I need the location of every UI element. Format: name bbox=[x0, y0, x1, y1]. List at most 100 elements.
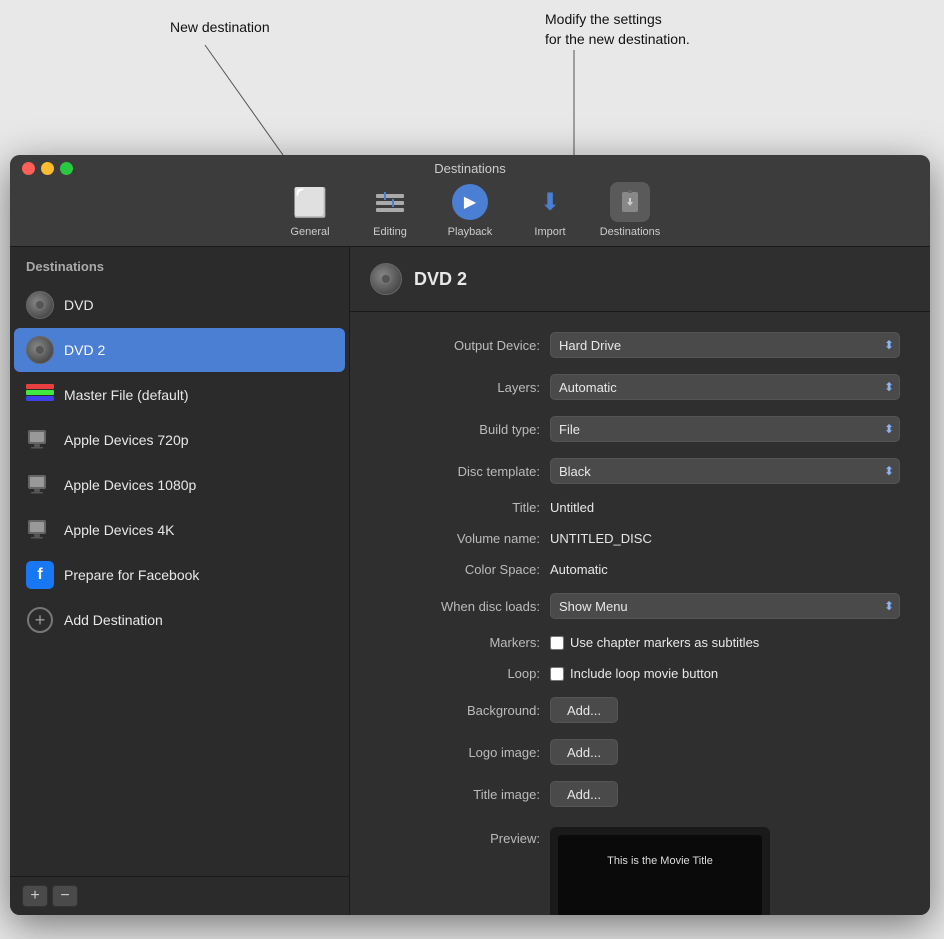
sidebar-item-label-facebook: Prepare for Facebook bbox=[64, 567, 199, 583]
sidebar-item-apple4k[interactable]: Apple Devices 4K bbox=[14, 508, 345, 552]
when-disc-loads-select-wrapper: Show Menu Play Movie ⬍ bbox=[550, 593, 900, 619]
loop-checkbox-row: Include loop movie button bbox=[550, 666, 718, 681]
detail-disc-icon bbox=[370, 263, 402, 295]
preview-label: Preview: bbox=[380, 823, 540, 846]
preview-row: Preview: This is the Movie Title ▶ ● ● ● bbox=[380, 823, 900, 915]
add-destination-button[interactable]: + bbox=[22, 885, 48, 907]
apple-devices-4k-icon bbox=[26, 516, 54, 544]
playback-play-icon: ▶ bbox=[452, 184, 488, 220]
sidebar-item-label-master: Master File (default) bbox=[64, 387, 188, 403]
master-file-svg-icon bbox=[26, 384, 54, 406]
when-disc-loads-select[interactable]: Show Menu Play Movie bbox=[550, 593, 900, 619]
title-value: Untitled bbox=[550, 500, 900, 515]
markers-label: Markers: bbox=[380, 635, 540, 650]
toolbar-label-destinations: Destinations bbox=[600, 226, 661, 238]
sidebar-item-label-dvd: DVD bbox=[64, 297, 94, 313]
preview-container: This is the Movie Title ▶ ● ● ● bbox=[550, 827, 770, 915]
toolbar-item-general[interactable]: ⬜ General bbox=[270, 182, 350, 238]
detail-header: DVD 2 bbox=[350, 247, 930, 312]
sidebar-item-label-add: Add Destination bbox=[64, 612, 163, 628]
apple-devices-720-svg-icon bbox=[26, 426, 54, 454]
maximize-button[interactable] bbox=[60, 162, 73, 175]
sidebar-item-apple1080[interactable]: Apple Devices 1080p bbox=[14, 463, 345, 507]
toolbar-item-import[interactable]: ⬇ Import bbox=[510, 182, 590, 238]
loop-row: Loop: Include loop movie button bbox=[380, 666, 900, 681]
color-space-label: Color Space: bbox=[380, 562, 540, 577]
sidebar-item-dvd[interactable]: DVD bbox=[14, 283, 345, 327]
output-device-select-wrapper: Hard Drive Disc Burner ⬍ bbox=[550, 332, 900, 358]
fb-logo-icon: f bbox=[26, 561, 54, 589]
sidebar-item-apple720[interactable]: Apple Devices 720p bbox=[14, 418, 345, 462]
disc-template-select-wrapper: Black White Custom ⬍ bbox=[550, 458, 900, 484]
toolbar-label-playback: Playback bbox=[448, 226, 493, 238]
toolbar-icon-general: ⬜ bbox=[290, 182, 330, 222]
volume-name-row: Volume name: UNTITLED_DISC bbox=[380, 531, 900, 546]
when-disc-loads-label: When disc loads: bbox=[380, 599, 540, 614]
close-button[interactable] bbox=[22, 162, 35, 175]
sidebar-item-dvd2[interactable]: DVD 2 bbox=[14, 328, 345, 372]
build-type-label: Build type: bbox=[380, 422, 540, 437]
background-row: Background: Add... bbox=[380, 697, 900, 723]
detail-body: Output Device: Hard Drive Disc Burner ⬍ … bbox=[350, 312, 930, 915]
toolbar-item-editing[interactable]: Editing bbox=[350, 182, 430, 238]
toolbar-item-playback[interactable]: ▶ Playback bbox=[430, 182, 510, 238]
dvd2-disc-icon bbox=[26, 336, 54, 364]
import-arrow-icon: ⬇ bbox=[540, 188, 560, 217]
toolbar-item-destinations[interactable]: Destinations bbox=[590, 182, 670, 238]
sidebar: Destinations DVD DVD 2 bbox=[10, 247, 350, 915]
apple-devices-1080-svg-icon bbox=[26, 471, 54, 499]
disc-template-select[interactable]: Black White Custom bbox=[550, 458, 900, 484]
detail-title: DVD 2 bbox=[414, 269, 467, 290]
apple-devices-720-icon bbox=[26, 426, 54, 454]
layers-select[interactable]: Automatic Single Layer Dual Layer bbox=[550, 374, 900, 400]
background-add-button[interactable]: Add... bbox=[550, 697, 618, 723]
build-type-select-wrapper: File Image Volume ⬍ bbox=[550, 416, 900, 442]
sidebar-item-facebook[interactable]: f Prepare for Facebook bbox=[14, 553, 345, 597]
disc-template-label: Disc template: bbox=[380, 464, 540, 479]
toolbar-label-general: General bbox=[290, 226, 329, 238]
editing-svg-icon bbox=[372, 184, 408, 220]
title-image-add-button[interactable]: Add... bbox=[550, 781, 618, 807]
sidebar-item-master[interactable]: Master File (default) bbox=[14, 373, 345, 417]
destinations-svg-icon bbox=[614, 186, 646, 218]
minimize-button[interactable] bbox=[41, 162, 54, 175]
title-image-label: Title image: bbox=[380, 787, 540, 802]
logo-image-add-button[interactable]: Add... bbox=[550, 739, 618, 765]
remove-destination-button[interactable]: − bbox=[52, 885, 78, 907]
loop-label: Loop: bbox=[380, 666, 540, 681]
loop-checkbox-label: Include loop movie button bbox=[570, 666, 718, 681]
facebook-icon: f bbox=[26, 561, 54, 589]
titlebar: Destinations ⬜ General bbox=[10, 155, 930, 247]
callout-lines bbox=[0, 0, 944, 160]
toolbar-icon-playback: ▶ bbox=[450, 182, 490, 222]
markers-checkbox[interactable] bbox=[550, 636, 564, 650]
output-device-select[interactable]: Hard Drive Disc Burner bbox=[550, 332, 900, 358]
sidebar-item-add-destination[interactable]: + Add Destination bbox=[14, 598, 345, 642]
toolbar: ⬜ General Editing bbox=[270, 182, 670, 246]
sidebar-header: Destinations bbox=[10, 247, 349, 282]
markers-row: Markers: Use chapter markers as subtitle… bbox=[380, 635, 900, 650]
titlebar-top: Destinations bbox=[10, 155, 930, 182]
sidebar-list: DVD DVD 2 bbox=[10, 282, 349, 876]
sidebar-item-label-dvd2: DVD 2 bbox=[64, 342, 105, 358]
apple-devices-4k-svg-icon bbox=[26, 516, 54, 544]
when-disc-loads-row: When disc loads: Show Menu Play Movie ⬍ bbox=[380, 593, 900, 619]
color-space-value: Automatic bbox=[550, 562, 900, 577]
color-space-row: Color Space: Automatic bbox=[380, 562, 900, 577]
build-type-row: Build type: File Image Volume ⬍ bbox=[380, 416, 900, 442]
disc-template-row: Disc template: Black White Custom ⬍ bbox=[380, 458, 900, 484]
dvd-disc-icon bbox=[26, 291, 54, 319]
toolbar-label-editing: Editing bbox=[373, 226, 407, 238]
markers-checkbox-row: Use chapter markers as subtitles bbox=[550, 635, 759, 650]
background-label: Background: bbox=[380, 703, 540, 718]
logo-image-row: Logo image: Add... bbox=[380, 739, 900, 765]
markers-checkbox-label: Use chapter markers as subtitles bbox=[570, 635, 759, 650]
layers-label: Layers: bbox=[380, 380, 540, 395]
loop-checkbox[interactable] bbox=[550, 667, 564, 681]
layers-select-wrapper: Automatic Single Layer Dual Layer ⬍ bbox=[550, 374, 900, 400]
title-image-row: Title image: Add... bbox=[380, 781, 900, 807]
sidebar-item-label-apple4k: Apple Devices 4K bbox=[64, 522, 175, 538]
output-device-row: Output Device: Hard Drive Disc Burner ⬍ bbox=[380, 332, 900, 358]
build-type-select[interactable]: File Image Volume bbox=[550, 416, 900, 442]
master-file-icon bbox=[26, 381, 54, 409]
